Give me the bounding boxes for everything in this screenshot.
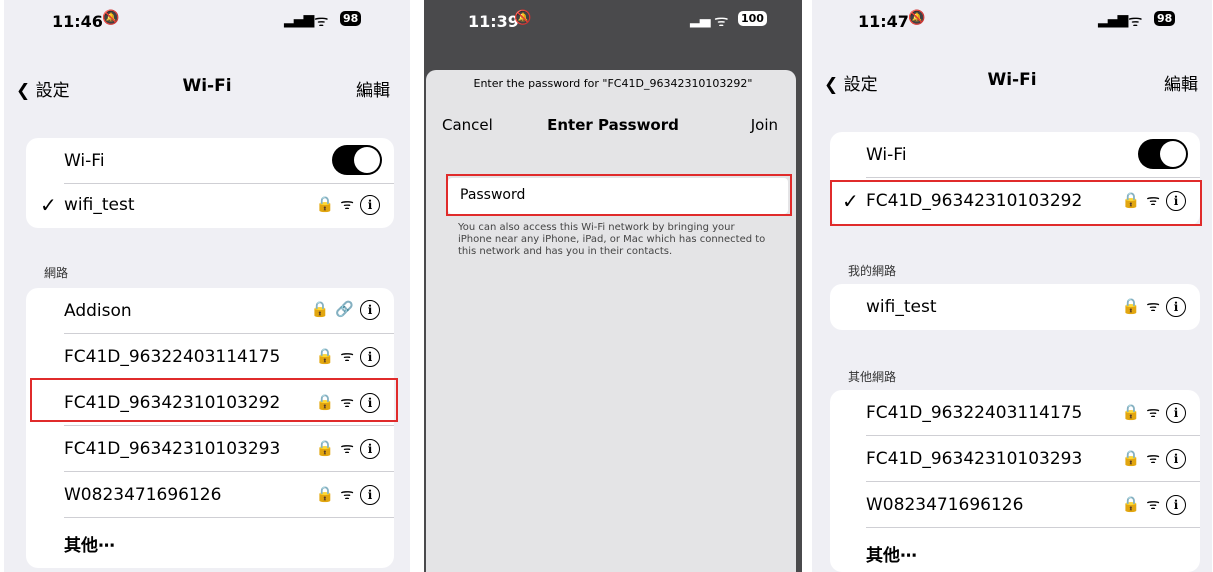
wifi-signal-icon: ᯤ: [1146, 495, 1160, 513]
wifi-toggle-row: Wi-Fi: [26, 138, 394, 184]
info-icon[interactable]: i: [360, 195, 380, 215]
info-icon[interactable]: i: [1166, 449, 1186, 469]
page-title: Wi-Fi: [182, 76, 232, 96]
lock-icon: 🔒: [310, 300, 330, 318]
link-icon: 🔗: [335, 300, 354, 318]
password-sheet: [426, 70, 796, 572]
other-network-label: 其他⋯: [64, 536, 115, 556]
sheet-title: Enter Password: [547, 116, 679, 134]
wifi-signal-icon: ᯤ: [340, 347, 354, 365]
other-network-row[interactable]: 其他⋯: [830, 528, 1200, 572]
password-hint: You can also access this Wi-Fi network b…: [458, 222, 766, 257]
network-name: FC41D_96342310103293: [866, 449, 1083, 469]
status-bar: 11:46 🔕 ▂▄▆ ᯤ 98: [4, 0, 410, 40]
battery-indicator: 98: [340, 11, 362, 26]
wifi-label: Wi-Fi: [866, 145, 907, 165]
signal-icon: ▂▄: [690, 12, 711, 28]
signal-icon: ▂▄▆: [1098, 12, 1128, 28]
section-header-other-networks: 其他網路: [848, 370, 897, 384]
page-title: Wi-Fi: [987, 70, 1037, 90]
info-icon[interactable]: i: [1166, 297, 1186, 317]
lock-icon: 🔒: [315, 195, 335, 213]
wifi-signal-icon: ᯤ: [340, 485, 354, 503]
network-row[interactable]: FC41D_96322403114175 🔒 ᯤ i: [830, 390, 1200, 436]
lock-icon: 🔒: [1121, 297, 1141, 315]
wifi-status-icon: ᯤ: [1128, 11, 1143, 30]
silent-bell-icon: 🔕: [102, 10, 120, 26]
wifi-signal-icon: ᯤ: [340, 195, 354, 213]
network-name: wifi_test: [64, 195, 135, 215]
network-name: W0823471696126: [64, 485, 222, 505]
wifi-toggle[interactable]: [332, 145, 382, 175]
settings-wifi-screen-2: 11:47 🔕 ▂▄▆ ᯤ 98 ❮ 設定 Wi-Fi 編輯 Wi-Fi ✓ F…: [812, 0, 1212, 572]
lock-icon: 🔒: [315, 485, 335, 503]
lock-icon: 🔒: [1121, 403, 1141, 421]
wifi-toggle-group: Wi-Fi ✓ wifi_test 🔒 ᯤ i: [26, 138, 394, 228]
battery-indicator: 98: [1154, 11, 1176, 26]
highlight-box: [446, 174, 792, 216]
network-row[interactable]: W0823471696126 🔒 ᯤ i: [830, 482, 1200, 528]
network-name: Addison: [64, 301, 132, 321]
network-row[interactable]: FC41D_96322403114175 🔒 ᯤ i: [26, 334, 394, 380]
wifi-signal-icon: ᯤ: [1146, 403, 1160, 421]
status-time: 11:46: [52, 12, 103, 31]
networks-list: Addison 🔒 🔗 i FC41D_96322403114175 🔒 ᯤ i FC4…: [26, 288, 394, 568]
section-header-my-networks: 我的網路: [848, 264, 897, 278]
status-bar: 11:39 🔕 ▂▄ ᯤ 100: [424, 0, 802, 40]
highlight-box: [830, 180, 1202, 226]
battery-indicator: 100: [738, 11, 767, 26]
info-icon[interactable]: i: [360, 347, 380, 367]
checkmark-icon: ✓: [40, 193, 57, 217]
edit-button[interactable]: 編輯: [356, 76, 390, 101]
password-prompt: Enter the password for "FC41D_9634231010…: [473, 77, 753, 90]
info-icon[interactable]: i: [1166, 495, 1186, 515]
nav-bar: ❮ 設定 Wi-Fi 編輯: [4, 76, 410, 106]
section-header-networks: 網路: [44, 266, 69, 280]
lock-icon: 🔒: [1121, 495, 1141, 513]
network-name: W0823471696126: [866, 495, 1024, 515]
join-button[interactable]: Join: [751, 116, 778, 134]
network-row[interactable]: FC41D_96342310103293 🔒 ᯤ i: [830, 436, 1200, 482]
wifi-signal-icon: ᯤ: [1146, 297, 1160, 315]
wifi-signal-icon: ᯤ: [1146, 449, 1160, 467]
wifi-toggle-row: Wi-Fi: [830, 132, 1200, 178]
network-name: FC41D_96322403114175: [866, 403, 1083, 423]
enter-password-screen: 11:39 🔕 ▂▄ ᯤ 100 Enter the password for …: [424, 0, 802, 572]
edit-button[interactable]: 編輯: [1164, 70, 1198, 95]
settings-wifi-screen-1: 11:46 🔕 ▂▄▆ ᯤ 98 ❮ 設定 Wi-Fi 編輯 Wi-Fi ✓ w…: [4, 0, 410, 572]
status-time: 11:39: [468, 12, 519, 31]
network-row[interactable]: FC41D_96342310103293 🔒 ᯤ i: [26, 426, 394, 472]
network-name: FC41D_96342310103293: [64, 439, 281, 459]
wifi-signal-icon: ᯤ: [340, 439, 354, 457]
lock-icon: 🔒: [315, 347, 335, 365]
other-network-label: 其他⋯: [866, 546, 917, 566]
silent-bell-icon: 🔕: [514, 10, 532, 26]
wifi-status-icon: ᯤ: [714, 11, 729, 30]
silent-bell-icon: 🔕: [908, 10, 926, 26]
my-networks-list: wifi_test 🔒 ᯤ i: [830, 284, 1200, 330]
connected-network-row[interactable]: ✓ wifi_test 🔒 ᯤ i: [26, 182, 394, 228]
network-row[interactable]: wifi_test 🔒 ᯤ i: [830, 284, 1200, 330]
network-row[interactable]: W0823471696126 🔒 ᯤ i: [26, 472, 394, 518]
info-icon[interactable]: i: [360, 439, 380, 459]
status-time: 11:47: [858, 12, 909, 31]
info-icon[interactable]: i: [360, 485, 380, 505]
wifi-label: Wi-Fi: [64, 151, 105, 171]
status-bar: 11:47 🔕 ▂▄▆ ᯤ 98: [812, 0, 1212, 40]
network-name: wifi_test: [866, 297, 937, 317]
info-icon[interactable]: i: [1166, 403, 1186, 423]
signal-icon: ▂▄▆: [284, 12, 314, 28]
wifi-status-icon: ᯤ: [314, 11, 329, 30]
highlight-box: [30, 378, 398, 422]
lock-icon: 🔒: [1121, 449, 1141, 467]
info-icon[interactable]: i: [360, 300, 380, 320]
network-row[interactable]: Addison 🔒 🔗 i: [26, 288, 394, 334]
network-name: FC41D_96322403114175: [64, 347, 281, 367]
other-network-row[interactable]: 其他⋯: [26, 518, 394, 564]
nav-bar: ❮ 設定 Wi-Fi 編輯: [812, 70, 1212, 100]
wifi-toggle[interactable]: [1138, 139, 1188, 169]
other-networks-list: FC41D_96322403114175 🔒 ᯤ i FC41D_963423101…: [830, 390, 1200, 572]
lock-icon: 🔒: [315, 439, 335, 457]
